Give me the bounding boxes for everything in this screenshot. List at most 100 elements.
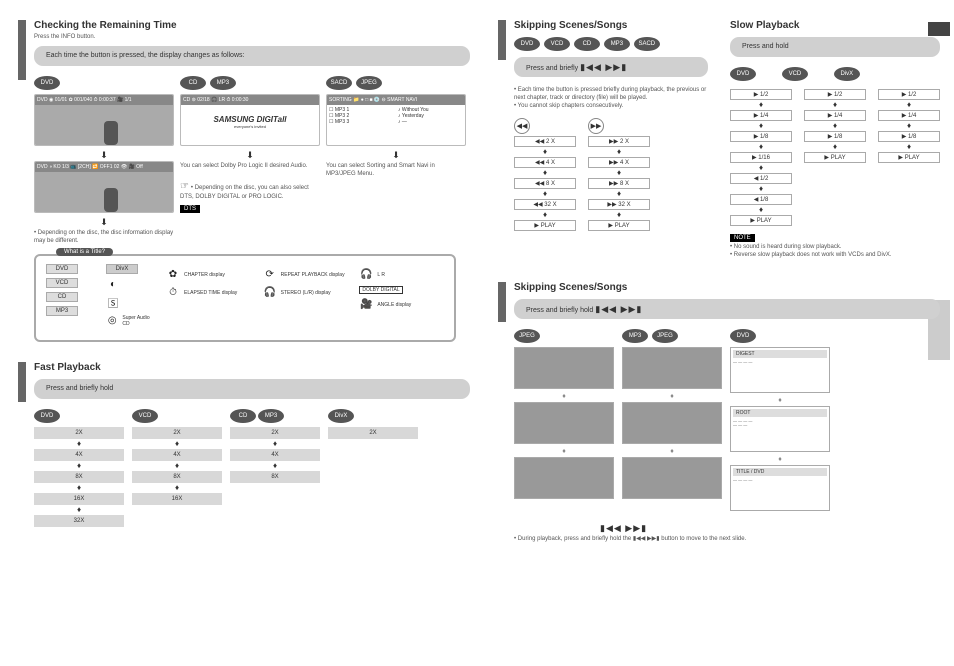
speed-step: ▶ 1/2 — [730, 89, 792, 100]
section-marker — [18, 362, 26, 402]
down-arrow-icon: ♦ — [34, 485, 124, 491]
note-text: • Depending on the disc, the disc inform… — [34, 230, 174, 246]
speed-step: ▶ PLAY — [588, 220, 650, 231]
instruction-bar: Press and briefly hold ▮◀◀ ▶▶▮ — [514, 299, 940, 319]
section-sub: Press the INFO button. — [34, 34, 470, 40]
samsung-logo: SAMSUNG DIGITall — [181, 105, 319, 124]
chapter-icon: ✿ — [166, 268, 180, 282]
disc-pill: VCD — [544, 37, 570, 51]
stereo-icon: 🎧 — [263, 286, 277, 300]
down-arrow-icon: ♦ — [730, 165, 792, 171]
instruction-bar: Press and hold — [730, 37, 940, 57]
photo-thumb — [622, 457, 722, 499]
down-arrow-icon: ♦ — [878, 102, 940, 108]
rewind-button-icon[interactable]: ◀◀ — [514, 118, 530, 134]
bar-text: Press and briefly hold — [526, 307, 593, 314]
down-arrow-icon: ♦ — [804, 102, 866, 108]
section-title: Fast Playback — [34, 362, 470, 373]
speed-step: ▶ 1/8 — [878, 131, 940, 142]
speed-step: ◀◀ 32 X — [514, 199, 576, 210]
speed-step: ◀ 1/8 — [730, 194, 792, 205]
down-arrow-icon: ♦ — [132, 485, 222, 491]
disc-pill: JPEG — [514, 329, 540, 343]
section-marker — [18, 20, 26, 80]
speed-step: 4X — [230, 449, 320, 461]
speed-step: 2X — [132, 427, 222, 439]
note-text: You can select Dolby Pro Logic II desire… — [180, 163, 320, 171]
legend-label: L R — [377, 272, 385, 278]
speed-step: ▶ PLAY — [730, 215, 792, 226]
speed-step: 2X — [34, 427, 124, 439]
photo-thumb — [514, 347, 614, 389]
osd-bar: SORTING 📁 ● □ ■ 💿 ⊖ SMART NAVI — [327, 95, 465, 105]
speed-step: 2X — [328, 427, 418, 439]
speed-step: ▶ 1/2 — [878, 89, 940, 100]
menu-thumb-digest: DIGEST — — — — — [730, 347, 830, 393]
disc-label-dvd: DVD — [46, 264, 78, 274]
forward-button-icon[interactable]: ▶▶ — [588, 118, 604, 134]
speed-step: 4X — [34, 449, 124, 461]
speed-step: ▶▶ 8 X — [588, 178, 650, 189]
down-arrow-icon: ♦ — [730, 207, 792, 213]
down-arrow-icon: ♦ — [34, 463, 124, 469]
headphone-icon: 🎧 — [359, 268, 373, 282]
down-arrow-icon: ♦ — [730, 102, 792, 108]
down-arrow-icon: ♦ — [588, 212, 650, 218]
disc-label-cd: CD — [46, 292, 78, 302]
section-title: Checking the Remaining Time — [34, 20, 470, 31]
sacd-icon: ◎ — [106, 314, 118, 328]
down-arrow-icon: ♦ — [588, 149, 650, 155]
down-arrow-icon: ♦ — [514, 212, 576, 218]
legend-box: What is a Title? DVD VCD CD MP3 DivX ◐ 🅂… — [34, 254, 456, 342]
photo-thumb — [622, 402, 722, 444]
disc-pill: JPEG — [652, 329, 678, 343]
osd-bar: DVD ◉ 01/01 ✿ 001/040 ⏱ 0:00:37 🎥 1/1 — [35, 95, 173, 105]
photo-thumb — [514, 402, 614, 444]
skip-icons: ▮◀◀ ▶▶▮ — [600, 523, 647, 534]
note-text: • No sound is heard during slow playback… — [730, 244, 940, 260]
disc-pill: DVD — [730, 67, 756, 81]
section-checking-time: Checking the Remaining Time Press the IN… — [20, 20, 470, 342]
speed-step: ▶ 1/16 — [730, 152, 792, 163]
menu-thumb-root: ROOT — — — —— — — — [730, 406, 830, 452]
speed-step: ◀◀ 8 X — [514, 178, 576, 189]
speed-step: ▶ PLAY — [514, 220, 576, 231]
disc-pill-mp3: MP3 — [210, 76, 236, 90]
screenshot-cd-info: CD ⊚ 02/18 🎧 LR ⏱ 0:00:30 SAMSUNG DIGITa… — [180, 94, 320, 146]
legend-label: STEREO (L/R) display — [281, 290, 331, 296]
title-icon: ◐ — [106, 278, 120, 292]
section-marker — [498, 20, 506, 60]
down-arrow-icon: ♦ — [34, 441, 124, 447]
hint-text: • Depending on the disc, you can also se… — [180, 185, 309, 200]
speed-step: ▶ 1/2 — [804, 89, 866, 100]
dolby-badge: DOLBY DIGITAL — [359, 286, 402, 294]
disc-pill: VCD — [132, 409, 158, 423]
bar-text: Press and briefly — [526, 65, 578, 72]
speed-step: ▶▶ 32 X — [588, 199, 650, 210]
subtitle-icon: 🅂 — [106, 296, 120, 310]
speed-step: 8X — [230, 471, 320, 483]
speed-step: ▶ 1/4 — [878, 110, 940, 121]
legend-flag: What is a Title? — [56, 248, 113, 256]
osd-bar: DVD ◑ KO 1/3 📺 [2CH] 🔁 OFF1 02 👁 🎥 Off — [35, 162, 173, 172]
speed-step: 8X — [132, 471, 222, 483]
note-text: • During playback, press and briefly hol… — [514, 536, 940, 544]
speed-step: ▶ 1/4 — [730, 110, 792, 121]
down-arrow-icon: ♦ — [588, 170, 650, 176]
speed-step: 8X — [34, 471, 124, 483]
samsung-tagline: everyone's invited — [181, 124, 319, 129]
down-arrow-icon: ♦ — [878, 123, 940, 129]
list-item: MP3 3 — [335, 119, 349, 125]
down-arrow-icon: ♦ — [878, 144, 940, 150]
section-title-b: Slow Playback — [730, 20, 940, 31]
disc-pill: VCD — [782, 67, 808, 81]
speed-step: ◀◀ 4 X — [514, 157, 576, 168]
legend-label: ANGLE display — [377, 302, 411, 308]
section-title: Skipping Scenes/Songs — [514, 282, 940, 293]
speed-step: 4X — [132, 449, 222, 461]
menu-title: ROOT — [733, 409, 827, 417]
speed-step: ▶ 1/4 — [804, 110, 866, 121]
disc-pill: MP3 — [258, 409, 284, 423]
down-arrow-icon: ♦ — [730, 144, 792, 150]
speed-step: ▶ PLAY — [878, 152, 940, 163]
